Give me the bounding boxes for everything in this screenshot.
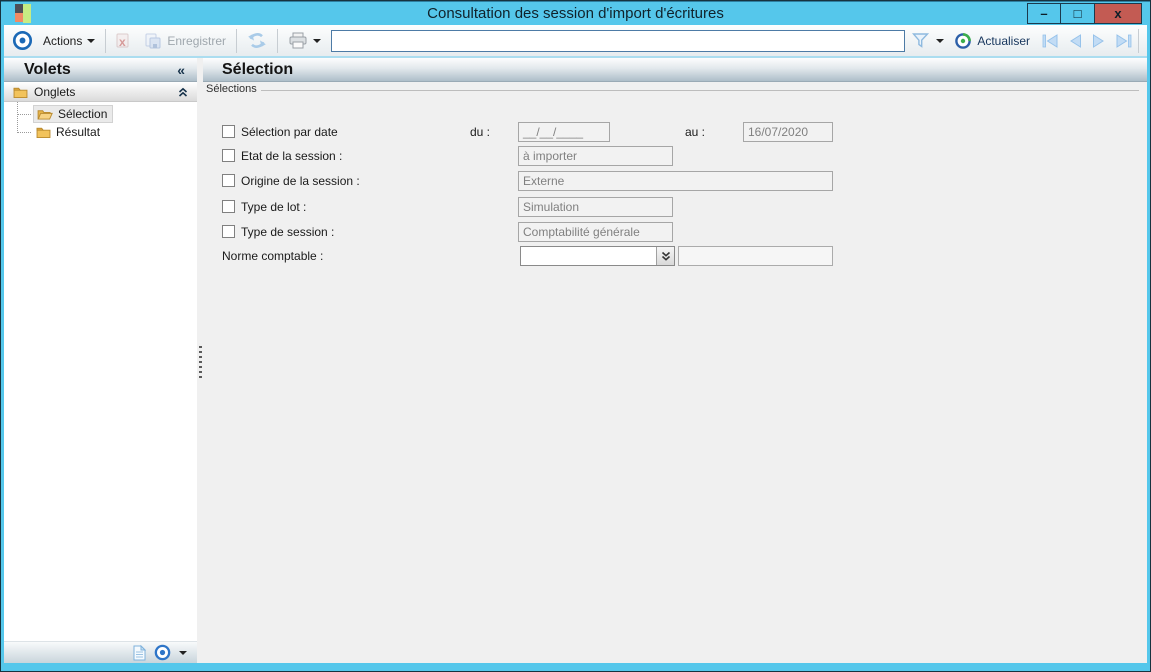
app-window: Consultation des session d'import d'écri…	[0, 0, 1151, 672]
maximize-button[interactable]: □	[1061, 3, 1095, 24]
actions-button[interactable]: Actions	[39, 32, 99, 50]
nav-first-icon[interactable]	[1042, 33, 1059, 48]
titlebar: Consultation des session d'import d'écri…	[1, 1, 1150, 25]
sidebar-empty-space	[4, 141, 197, 641]
form-row-etat: Etat de la session : à importer	[203, 146, 1147, 167]
etat-label: Etat de la session :	[241, 149, 343, 163]
folder-icon	[13, 86, 28, 98]
origine-field: Externe	[518, 171, 833, 191]
printer-icon	[288, 32, 308, 49]
sidebar-item-selection[interactable]: Sélection	[17, 105, 197, 123]
document-icon[interactable]	[133, 644, 146, 661]
sidebar-tree: Sélection Résultat	[4, 102, 197, 141]
actions-label: Actions	[43, 33, 83, 48]
type-session-label: Type de session :	[241, 225, 335, 239]
nav-next-icon[interactable]	[1092, 33, 1105, 48]
toolbar-separator	[277, 28, 279, 53]
sidebar-panel: Volets « Onglets Sélection Résultat	[4, 58, 197, 663]
save-icon	[145, 33, 162, 49]
sidebar-item-resultat[interactable]: Résultat	[17, 123, 197, 141]
norme-combo-value	[521, 247, 656, 265]
norme-label: Norme comptable :	[222, 249, 324, 263]
fieldset-line	[259, 90, 1139, 91]
print-button[interactable]	[284, 30, 325, 51]
form-row-type-lot: Type de lot : Simulation	[203, 197, 1147, 218]
toolbar-separator	[1138, 28, 1139, 53]
window-controls: – □ x	[1027, 3, 1142, 24]
content-area: Volets « Onglets Sélection Résultat Séle…	[4, 58, 1147, 663]
type-lot-field: Simulation	[518, 197, 673, 217]
norme-combo[interactable]	[520, 246, 675, 266]
refresh-button[interactable]	[243, 30, 271, 51]
form-row-norme: Norme comptable :	[203, 246, 1147, 267]
sidebar-title: Volets	[24, 60, 71, 78]
caret-down-icon[interactable]	[179, 650, 187, 655]
filter-options-caret-icon[interactable]	[936, 38, 945, 43]
record-target-icon[interactable]	[154, 644, 171, 661]
sidebar-bottom-bar	[4, 641, 197, 663]
toolbar: Actions x Enregistrer Actualiser	[4, 25, 1147, 58]
au-label: au :	[685, 125, 706, 139]
delete-icon: x	[116, 33, 131, 49]
folder-icon	[36, 126, 51, 138]
chevron-double-down-icon[interactable]	[656, 247, 674, 265]
du-label: du :	[470, 125, 491, 139]
date-au-field: 16/07/2020	[743, 122, 833, 142]
selection-form: Sélections Sélection par date du : __/__…	[203, 82, 1147, 663]
nav-last-icon[interactable]	[1115, 33, 1132, 48]
origine-label: Origine de la session :	[241, 174, 360, 188]
tree-connector	[17, 102, 18, 133]
open-folder-icon	[37, 108, 53, 120]
sidebar-item-label: Résultat	[56, 125, 101, 139]
actualiser-icon	[954, 32, 972, 50]
sidebar-group-onglets[interactable]: Onglets	[4, 82, 197, 102]
main-panel: Sélection Sélections Sélection par date …	[203, 58, 1147, 663]
nav-previous-icon[interactable]	[1069, 33, 1082, 48]
type-session-field: Comptabilité générale	[518, 222, 673, 242]
refresh-icon	[247, 32, 267, 49]
date-label: Sélection par date	[241, 125, 338, 139]
actualiser-button[interactable]: Actualiser	[950, 30, 1034, 52]
close-button[interactable]: x	[1095, 3, 1142, 24]
chevron-double-up-icon[interactable]	[177, 86, 189, 98]
delete-button[interactable]: x	[112, 31, 135, 51]
splitter-grip[interactable]	[199, 346, 202, 380]
origine-checkbox[interactable]	[222, 174, 235, 187]
type-lot-label: Type de lot :	[241, 200, 307, 214]
collapse-sidebar-icon[interactable]: «	[177, 62, 185, 78]
type-lot-checkbox[interactable]	[222, 200, 235, 213]
form-row-date: Sélection par date du : __/__/____ au : …	[203, 122, 1147, 143]
record-navigation	[1042, 33, 1132, 48]
sidebar-group-label: Onglets	[34, 84, 76, 99]
form-row-type-session: Type de session : Comptabilité générale	[203, 222, 1147, 243]
minimize-button[interactable]: –	[1027, 3, 1061, 24]
actualiser-label: Actualiser	[977, 33, 1030, 48]
filter-icon[interactable]	[911, 32, 930, 49]
toolbar-separator	[236, 28, 238, 53]
date-du-field: __/__/____	[518, 122, 610, 142]
window-title: Consultation des session d'import d'écri…	[427, 5, 724, 22]
form-row-origine: Origine de la session : Externe	[203, 171, 1147, 192]
page-title: Sélection	[222, 60, 294, 78]
type-session-checkbox[interactable]	[222, 225, 235, 238]
norme-extra-field	[678, 246, 833, 266]
enregistrer-label: Enregistrer	[167, 33, 227, 48]
svg-text:x: x	[119, 35, 126, 49]
search-input[interactable]	[331, 29, 906, 52]
sidebar-item-label: Sélection	[58, 107, 108, 121]
chevron-down-icon	[313, 38, 322, 43]
record-target-icon	[12, 30, 33, 51]
main-header: Sélection	[203, 58, 1147, 82]
fieldset-label: Sélections	[206, 83, 261, 95]
enregistrer-button[interactable]: Enregistrer	[141, 31, 230, 51]
etat-field: à importer	[518, 146, 673, 166]
etat-checkbox[interactable]	[222, 149, 235, 162]
toolbar-separator	[105, 28, 107, 53]
date-checkbox[interactable]	[222, 125, 235, 138]
sidebar-header: Volets «	[4, 58, 197, 82]
chevron-down-icon	[87, 38, 96, 43]
